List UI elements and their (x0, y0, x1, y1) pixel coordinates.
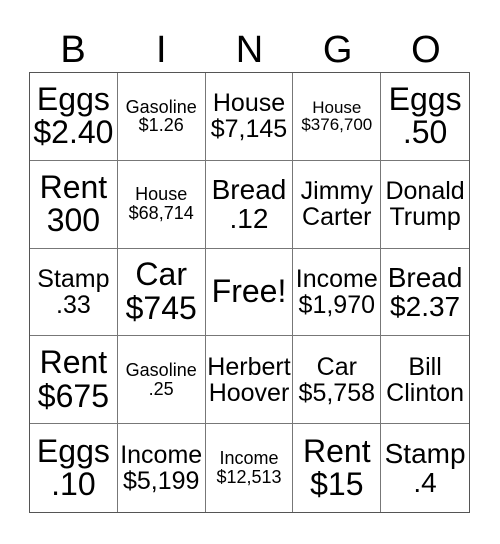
cell-label: Stamp (37, 264, 110, 293)
cell-label: Stamp (384, 437, 466, 469)
bingo-cell[interactable]: House $7,145 (205, 73, 294, 161)
cell-label: Gasoline (125, 359, 197, 380)
cell-label: Car (316, 352, 357, 381)
bingo-grid: Eggs $2.40 Gasoline $1.26 House $7,145 House $3… (29, 72, 470, 513)
cell-label: Donald (385, 176, 465, 205)
bingo-cell[interactable]: Rent 300 (30, 160, 118, 249)
cell-value: $675 (37, 377, 109, 414)
header-letter-g: G (322, 29, 353, 71)
header-letter-b: B (60, 29, 86, 71)
bingo-cell[interactable]: Eggs .50 (381, 73, 469, 161)
cell-value: .12 (229, 203, 269, 235)
cell-label: Bill (408, 352, 442, 381)
bingo-header: B I N G O (29, 28, 470, 72)
cell-value: Carter (302, 203, 372, 232)
cell-label: Herbert (207, 352, 291, 381)
bingo-cell[interactable]: Gasoline $1.26 (117, 73, 206, 161)
cell-label: Free! (211, 273, 287, 310)
cell-value: .25 (148, 378, 174, 399)
cell-label: Rent (302, 432, 371, 469)
header-letter-n: N (235, 29, 264, 71)
bingo-cell[interactable]: Bread .12 (205, 160, 294, 249)
bingo-cell[interactable]: Car $745 (117, 248, 206, 337)
cell-value: $2.40 (33, 114, 114, 151)
bingo-cell[interactable]: Eggs .10 (30, 424, 118, 512)
cell-value: $745 (125, 289, 197, 326)
bingo-cell[interactable]: Rent $675 (30, 336, 118, 425)
cell-value: .10 (51, 466, 96, 503)
bingo-cell[interactable]: House $376,700 (293, 73, 382, 161)
bingo-cell[interactable]: Bread $2.37 (381, 249, 469, 337)
cell-label: House (212, 89, 286, 118)
bingo-cell[interactable]: House $68,714 (117, 160, 206, 249)
bingo-cell[interactable]: Donald Trump (381, 161, 469, 249)
cell-value: .50 (402, 114, 448, 151)
cell-value: $1,970 (298, 290, 376, 319)
cell-label: Jimmy (300, 176, 373, 205)
cell-value: $12,513 (216, 467, 282, 488)
cell-label: Bread (211, 173, 287, 205)
cell-label: Rent (39, 344, 108, 381)
cell-label: Income (120, 440, 203, 469)
cell-value: $5,199 (122, 467, 200, 496)
header-letter-i: I (156, 29, 167, 71)
bingo-cell[interactable]: Eggs $2.40 (30, 73, 118, 161)
free-space-cell[interactable]: Free! (205, 248, 294, 337)
cell-value: $1.26 (138, 115, 184, 136)
bingo-cell[interactable]: Stamp .4 (381, 424, 469, 512)
cell-label: Eggs (36, 80, 110, 117)
cell-label: House (135, 184, 188, 205)
cell-value: 300 (46, 202, 101, 239)
cell-label: Income (295, 264, 378, 293)
bingo-cell[interactable]: Rent $15 (293, 424, 382, 512)
bingo-cell[interactable]: Stamp .33 (30, 248, 118, 337)
cell-value: $68,714 (128, 203, 194, 224)
bingo-cell[interactable]: Income $12,513 (206, 424, 294, 512)
cell-value: .33 (56, 290, 91, 319)
cell-value: $376,700 (301, 115, 373, 135)
cell-value: Clinton (386, 378, 464, 407)
cell-value: Trump (389, 203, 461, 232)
cell-label: Income (219, 448, 279, 469)
bingo-cell[interactable]: Gasoline .25 (117, 336, 206, 425)
cell-label: Car (135, 256, 187, 293)
header-letter-o: O (411, 29, 441, 71)
cell-label: House (312, 97, 362, 117)
cell-value: .4 (413, 467, 437, 499)
bingo-cell[interactable]: Bill Clinton (381, 336, 469, 425)
cell-value: Hoover (208, 378, 290, 407)
cell-label: Gasoline (125, 96, 197, 117)
cell-value: $5,758 (298, 378, 376, 407)
bingo-cell[interactable]: Herbert Hoover (205, 336, 294, 425)
bingo-cell[interactable]: Jimmy Carter (293, 160, 382, 249)
cell-label: Eggs (36, 432, 110, 469)
bingo-cell[interactable]: Income $1,970 (293, 248, 382, 337)
cell-label: Eggs (388, 80, 462, 117)
bingo-cell[interactable]: Car $5,758 (293, 336, 382, 425)
cell-value: $15 (310, 466, 364, 503)
cell-label: Rent (39, 168, 108, 205)
cell-value: $2.37 (390, 290, 461, 322)
cell-value: $7,145 (210, 115, 288, 144)
bingo-cell[interactable]: Income $5,199 (118, 424, 206, 512)
cell-label: Bread (387, 261, 463, 293)
